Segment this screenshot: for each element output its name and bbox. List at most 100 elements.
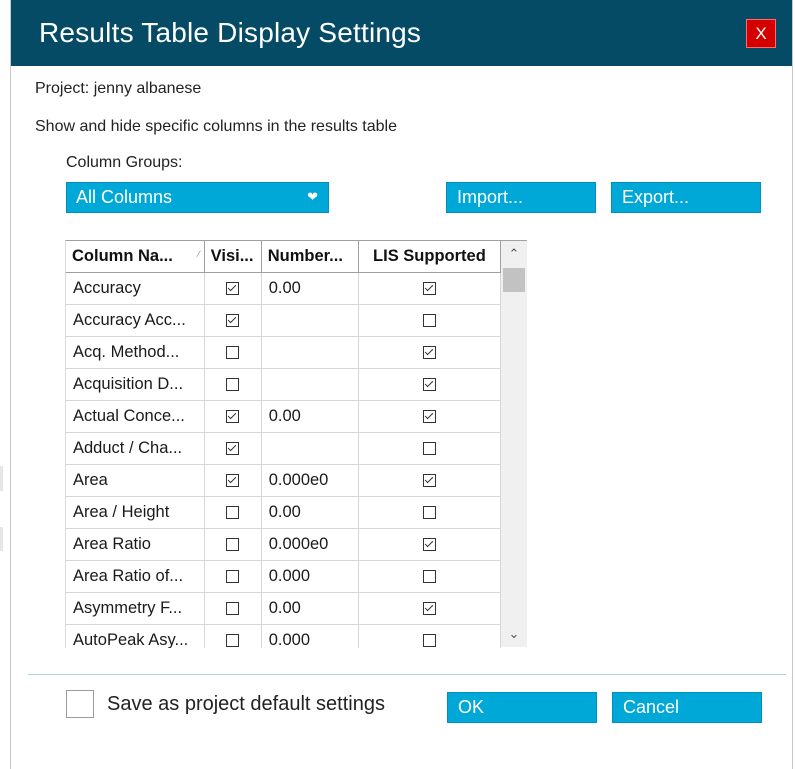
cell-visible <box>204 464 262 497</box>
cell-column-name: Acq. Method... <box>66 336 205 369</box>
visible-checkbox[interactable] <box>226 410 240 424</box>
save-default-checkbox[interactable] <box>66 690 94 718</box>
lis-checkbox[interactable] <box>422 570 436 584</box>
cell-visible <box>204 496 262 529</box>
table-row[interactable]: Accuracy 0.00 <box>66 272 502 305</box>
sort-icon: ⁄ <box>198 249 200 259</box>
visible-checkbox[interactable] <box>226 506 240 520</box>
visible-checkbox[interactable] <box>226 570 240 584</box>
cell-lis-supported <box>358 432 502 465</box>
table-row[interactable]: Accuracy Acc... <box>66 304 502 337</box>
cell-number-format[interactable]: 0.00 <box>261 592 359 625</box>
cell-number-format[interactable] <box>261 336 359 369</box>
cell-lis-supported <box>358 624 502 648</box>
visible-checkbox[interactable] <box>226 282 240 296</box>
lis-checkbox[interactable] <box>422 538 436 552</box>
ok-button[interactable]: OK <box>447 692 597 723</box>
cancel-button[interactable]: Cancel <box>612 692 762 723</box>
table-row[interactable]: Area 0.000e0 <box>66 464 502 497</box>
description-text: Show and hide specific columns in the re… <box>35 118 397 135</box>
cell-visible <box>204 528 262 561</box>
background-mark <box>0 466 3 491</box>
cell-column-name: Area / Height <box>66 496 205 529</box>
table-row[interactable]: Area / Height 0.00 <box>66 496 502 529</box>
chevron-up-icon[interactable]: ⌃ <box>501 241 527 267</box>
cell-lis-supported <box>358 336 502 369</box>
cell-number-format[interactable]: 0.000 <box>261 560 359 593</box>
cell-visible <box>204 432 262 465</box>
footer-divider <box>28 674 786 675</box>
cell-lis-supported <box>358 496 502 529</box>
column-groups-dropdown[interactable]: All Columns ❤ <box>66 182 329 213</box>
table-row[interactable]: Adduct / Cha... <box>66 432 502 465</box>
visible-checkbox[interactable] <box>226 474 240 488</box>
lis-checkbox[interactable] <box>422 602 436 616</box>
title-bar[interactable]: Results Table Display Settings X <box>11 0 792 66</box>
cell-number-format[interactable]: 0.000e0 <box>261 528 359 561</box>
cell-visible <box>204 272 262 305</box>
header-visible[interactable]: Visi... <box>204 241 262 273</box>
lis-checkbox[interactable] <box>422 314 436 328</box>
cell-number-format[interactable]: 0.00 <box>261 400 359 433</box>
lis-checkbox[interactable] <box>422 346 436 360</box>
table-row[interactable]: Asymmetry F... 0.00 <box>66 592 502 625</box>
visible-checkbox[interactable] <box>226 634 240 648</box>
save-default-label: Save as project default settings <box>107 693 385 715</box>
table-row[interactable]: Area Ratio of... 0.000 <box>66 560 502 593</box>
cell-lis-supported <box>358 304 502 337</box>
cell-number-format[interactable]: 0.00 <box>261 496 359 529</box>
cell-column-name: Adduct / Cha... <box>66 432 205 465</box>
visible-checkbox[interactable] <box>226 346 240 360</box>
table-row[interactable]: Acq. Method... <box>66 336 502 369</box>
visible-checkbox[interactable] <box>226 314 240 328</box>
cell-number-format[interactable] <box>261 304 359 337</box>
cell-number-format[interactable] <box>261 368 359 401</box>
cell-visible <box>204 560 262 593</box>
table-row[interactable]: Area Ratio 0.000e0 <box>66 528 502 561</box>
visible-checkbox[interactable] <box>226 442 240 456</box>
lis-checkbox[interactable] <box>422 442 436 456</box>
lis-checkbox[interactable] <box>422 378 436 392</box>
cell-number-format[interactable]: 0.000 <box>261 624 359 648</box>
dialog-title: Results Table Display Settings <box>39 17 422 48</box>
cell-lis-supported <box>358 560 502 593</box>
header-lis-supported[interactable]: LIS Supported <box>358 241 502 273</box>
lis-checkbox[interactable] <box>422 282 436 296</box>
cell-lis-supported <box>358 592 502 625</box>
cell-column-name: Accuracy <box>66 272 205 305</box>
cell-visible <box>204 304 262 337</box>
cell-lis-supported <box>358 272 502 305</box>
cell-visible <box>204 400 262 433</box>
table-row[interactable]: Acquisition D... <box>66 368 502 401</box>
cell-column-name: AutoPeak Asy... <box>66 624 205 648</box>
close-button[interactable]: X <box>746 19 776 48</box>
cell-number-format[interactable]: 0.000e0 <box>261 464 359 497</box>
table-row[interactable]: AutoPeak Asy... 0.000 <box>66 624 502 648</box>
table-scrollbar[interactable]: ⌃ ⌄ <box>501 241 527 647</box>
cell-number-format[interactable] <box>261 432 359 465</box>
visible-checkbox[interactable] <box>226 602 240 616</box>
cell-column-name: Area Ratio <box>66 528 205 561</box>
cell-visible <box>204 368 262 401</box>
visible-checkbox[interactable] <box>226 378 240 392</box>
lis-checkbox[interactable] <box>422 410 436 424</box>
cell-number-format[interactable]: 0.00 <box>261 272 359 305</box>
lis-checkbox[interactable] <box>422 634 436 648</box>
cell-lis-supported <box>358 528 502 561</box>
cell-column-name: Acquisition D... <box>66 368 205 401</box>
cell-lis-supported <box>358 464 502 497</box>
export-button[interactable]: Export... <box>611 182 761 213</box>
scrollbar-thumb[interactable] <box>503 268 525 292</box>
header-number-format[interactable]: Number... <box>261 241 359 273</box>
chevron-down-icon[interactable]: ⌄ <box>501 621 527 647</box>
cell-column-name: Area Ratio of... <box>66 560 205 593</box>
import-button[interactable]: Import... <box>446 182 596 213</box>
visible-checkbox[interactable] <box>226 538 240 552</box>
cell-column-name: Accuracy Acc... <box>66 304 205 337</box>
table-row[interactable]: Actual Conce... 0.00 <box>66 400 502 433</box>
cell-visible <box>204 336 262 369</box>
lis-checkbox[interactable] <box>422 506 436 520</box>
header-column-name[interactable]: Column Na... ⁄ <box>66 241 205 273</box>
lis-checkbox[interactable] <box>422 474 436 488</box>
cell-visible <box>204 592 262 625</box>
